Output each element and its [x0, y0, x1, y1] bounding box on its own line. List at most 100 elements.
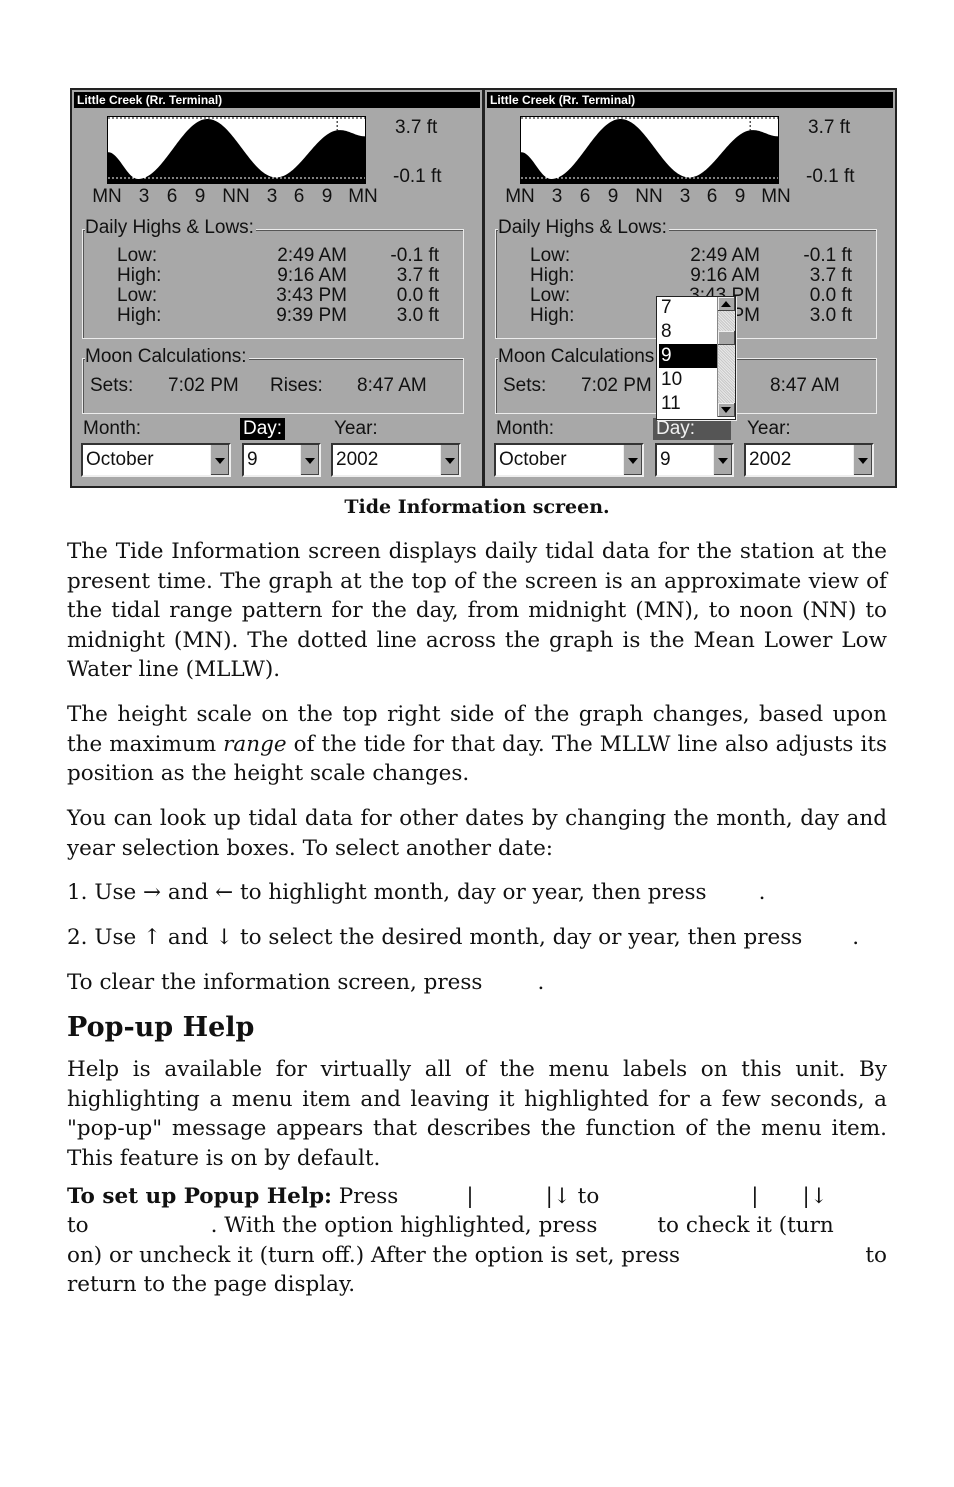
section-heading: Pop-up Help: [67, 1012, 255, 1043]
text: |: [466, 1184, 474, 1209]
step-2: 2. Use ↑ and ↓ to select the desired mon…: [67, 923, 859, 952]
sets-value: 7:02 PM: [168, 375, 239, 396]
sets-label: Sets:: [90, 375, 134, 396]
tide-height: 3.0 ft: [809, 305, 852, 326]
tide-type: Low:: [117, 285, 158, 306]
chevron-down-icon[interactable]: [210, 445, 229, 475]
moon-label: Moon Calculations:: [85, 346, 249, 368]
day-value: 9: [660, 449, 671, 470]
tide-time: 9:16 AM: [690, 265, 760, 286]
period: .: [852, 925, 860, 950]
rises-value: 8:47 AM: [770, 375, 840, 396]
x-tick: 9: [607, 186, 619, 207]
text: . With the option highlighted, press: [210, 1213, 598, 1238]
month-select[interactable]: October: [81, 443, 231, 477]
chevron-down-icon[interactable]: [623, 445, 642, 475]
month-label: Month:: [496, 418, 555, 439]
dropdown-option[interactable]: 11: [659, 392, 719, 416]
dropdown-option[interactable]: 7: [659, 296, 719, 320]
chevron-down-icon[interactable]: [853, 445, 872, 475]
x-tick: 6: [579, 186, 591, 207]
tide-curve-svg: [521, 117, 778, 183]
scroll-thumb[interactable]: [718, 331, 735, 345]
tide-screen-right: Little Creek (Rr. Terminal) 3.7 ft -0.1 …: [483, 88, 897, 488]
text: |↓ to: [545, 1184, 600, 1209]
scroll-up-icon[interactable]: [718, 297, 735, 311]
x-axis-ticks: MN 3 6 9 NN 3 6 9 MN: [90, 186, 382, 208]
day-select[interactable]: 9: [242, 443, 321, 477]
setup-heading: To set up Popup Help:: [67, 1184, 332, 1209]
year-label: Year:: [334, 418, 378, 439]
tide-type: Low:: [530, 245, 571, 266]
text: to check it (turn: [657, 1213, 834, 1238]
tide-type: High:: [117, 265, 162, 286]
tide-height: -0.1 ft: [803, 245, 852, 266]
day-select[interactable]: 9: [655, 443, 734, 477]
tide-area: [521, 119, 778, 183]
setup-line-2: to . With the option highlighted, press to…: [67, 1211, 834, 1240]
tide-height: 3.7 ft: [396, 265, 439, 286]
day-dropdown-list[interactable]: 7 8 9 10 11: [656, 296, 736, 420]
x-tick: 3: [551, 186, 563, 207]
year-select[interactable]: 2002: [331, 443, 461, 477]
sets-label: Sets:: [503, 375, 547, 396]
month-value: October: [86, 449, 154, 470]
chevron-down-icon[interactable]: [300, 445, 319, 475]
period: .: [758, 880, 766, 905]
text: on) or uncheck it (turn off.) After the …: [67, 1243, 681, 1268]
step-text: 2. Use ↑ and ↓ to select the desired mon…: [67, 925, 803, 950]
text: to: [67, 1213, 89, 1238]
step-text: 1. Use → and ← to highlight month, day o…: [67, 880, 707, 905]
tide-graph: [520, 116, 779, 184]
dropdown-option-selected[interactable]: 9: [659, 344, 719, 368]
step-text: To clear the information screen, press: [67, 970, 483, 995]
text: Press: [338, 1184, 399, 1209]
sets-value: 7:02 PM: [581, 375, 652, 396]
text: to: [865, 1243, 887, 1268]
month-select[interactable]: October: [494, 443, 644, 477]
tide-height: -0.1 ft: [390, 245, 439, 266]
paragraph-intro: The Tide Information screen displays dai…: [67, 539, 887, 682]
rises-value: 8:47 AM: [357, 375, 427, 396]
dropdown-scrollbar[interactable]: [717, 297, 735, 417]
day-label: Day:: [653, 418, 731, 440]
tide-time: 2:49 AM: [277, 245, 347, 266]
x-tick: MN: [505, 186, 535, 207]
chevron-down-icon[interactable]: [440, 445, 459, 475]
text: |: [751, 1184, 759, 1209]
tide-time: 9:39 PM: [276, 305, 347, 326]
day-label: Day:: [240, 418, 286, 440]
year-value: 2002: [336, 449, 379, 470]
x-tick: MN: [761, 186, 791, 207]
tide-time: 3:43 PM: [276, 285, 347, 306]
highs-lows-group: Daily Highs & Lows: Low: 2:49 AM -0.1 ft H…: [82, 217, 464, 339]
tide-type: High:: [530, 305, 575, 326]
paragraph-lookup: You can look up tidal data for other dat…: [67, 806, 887, 861]
x-tick: 6: [706, 186, 718, 207]
chevron-down-icon[interactable]: [713, 445, 732, 475]
year-select[interactable]: 2002: [744, 443, 874, 477]
x-tick: MN: [348, 186, 378, 207]
x-tick: 9: [321, 186, 333, 207]
period: .: [537, 970, 545, 995]
tide-type: Low:: [530, 285, 571, 306]
setup-line-4: return to the page display.: [67, 1272, 356, 1297]
x-tick: 3: [138, 186, 150, 207]
tide-height: 0.0 ft: [809, 285, 852, 306]
step-clear: To clear the information screen, press.: [67, 968, 544, 997]
scale-bottom-label: -0.1 ft: [393, 166, 442, 187]
dropdown-option[interactable]: 8: [659, 320, 719, 344]
scroll-down-icon[interactable]: [718, 403, 735, 417]
tide-type: Low:: [117, 245, 158, 266]
moon-group: Moon Calculations: Sets: 7:02 PM Rises: …: [82, 346, 464, 414]
x-tick: NN: [222, 186, 250, 207]
day-value: 9: [247, 449, 258, 470]
highs-lows-label: Daily Highs & Lows:: [85, 217, 256, 239]
station-title: Little Creek (Rr. Terminal): [487, 92, 893, 108]
x-tick: MN: [92, 186, 122, 207]
scale-bottom-label: -0.1 ft: [806, 166, 855, 187]
tide-screen-left: Little Creek (Rr. Terminal) 3.7 ft -0.1 …: [70, 88, 484, 488]
dropdown-option[interactable]: 10: [659, 368, 719, 392]
tide-graph: [107, 116, 366, 184]
setup-line-1: To set up Popup Help: Press | |↓ to | |↓: [67, 1182, 828, 1211]
